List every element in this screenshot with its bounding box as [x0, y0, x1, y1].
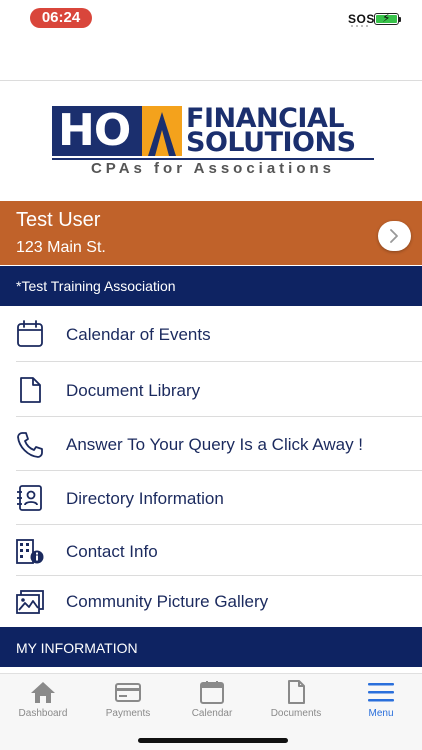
logo-mark: HO: [52, 106, 182, 156]
tab-menu[interactable]: Menu: [339, 680, 422, 724]
tab-documents[interactable]: Documents: [254, 680, 338, 724]
tab-payments[interactable]: Payments: [86, 680, 170, 724]
user-details-button[interactable]: [378, 221, 411, 251]
menu-item-label: Directory Information: [66, 489, 224, 508]
status-time: 06:24: [30, 8, 92, 28]
contact-card-icon: [17, 485, 42, 511]
menu-item-label: Community Picture Gallery: [66, 592, 269, 611]
association-name: *Test Training Association: [16, 278, 176, 294]
tab-label: Menu: [368, 708, 394, 719]
menu-item-contact-info[interactable]: Contact Info: [0, 525, 422, 576]
menu-item-label: Answer To Your Query Is a Click Away !: [66, 435, 364, 454]
hoa-logo: HO FINANCIAL SOLUTIONS CPAs for Associat…: [52, 105, 374, 178]
menu-item-document-library[interactable]: Document Library: [0, 362, 422, 417]
tab-label: Calendar: [191, 708, 233, 719]
logo-mark-text: HO: [58, 105, 131, 156]
section-title: MY INFORMATION: [16, 640, 138, 656]
gallery-icon: [16, 590, 44, 614]
tab-calendar[interactable]: Calendar: [170, 680, 254, 724]
charging-bolt-icon: ⚡: [382, 11, 391, 25]
home-indicator[interactable]: [138, 738, 288, 743]
status-bar: 06:24 SOS ⚡: [0, 0, 422, 36]
document-icon: [288, 680, 305, 704]
tab-dashboard[interactable]: Dashboard: [1, 680, 85, 724]
menu-item-label: Contact Info: [66, 542, 158, 561]
hamburger-menu-icon: [368, 683, 394, 702]
document-icon: [20, 377, 41, 403]
battery-cap: [399, 17, 401, 22]
menu-item-calendar-of-events[interactable]: Calendar of Events: [0, 306, 422, 362]
association-bar[interactable]: *Test Training Association: [0, 266, 422, 306]
chevron-right-icon: [390, 229, 398, 243]
home-icon: [31, 682, 55, 703]
logo-a-block: [142, 106, 182, 156]
tab-label: Payments: [105, 708, 151, 719]
calendar-icon: [17, 320, 43, 347]
menu-item-directory-information[interactable]: Directory Information: [0, 471, 422, 525]
header-divider: [0, 80, 422, 81]
logo-line2: SOLUTIONS: [186, 127, 356, 158]
menu-item-label: Document Library: [66, 381, 201, 400]
credit-card-icon: [115, 683, 141, 702]
sos-indicator: SOS: [348, 12, 375, 26]
my-information-header: MY INFORMATION: [0, 627, 422, 667]
user-address: 123 Main St.: [16, 239, 106, 256]
menu-item-label: Calendar of Events: [66, 325, 211, 344]
menu-item-answer-query[interactable]: Answer To Your Query Is a Click Away !: [0, 417, 422, 471]
building-info-icon: [16, 539, 44, 564]
user-banner[interactable]: Test User 123 Main St.: [0, 201, 422, 265]
tab-label: Documents: [270, 708, 322, 719]
menu-item-community-picture-gallery[interactable]: Community Picture Gallery: [0, 576, 422, 627]
tab-label: Dashboard: [18, 708, 68, 719]
logo-tagline: CPAs for Associations: [90, 160, 336, 177]
phone-icon: [17, 432, 43, 458]
calendar-icon: [200, 681, 224, 704]
signal-dots-icon: [351, 25, 368, 27]
user-name: Test User: [16, 209, 101, 231]
